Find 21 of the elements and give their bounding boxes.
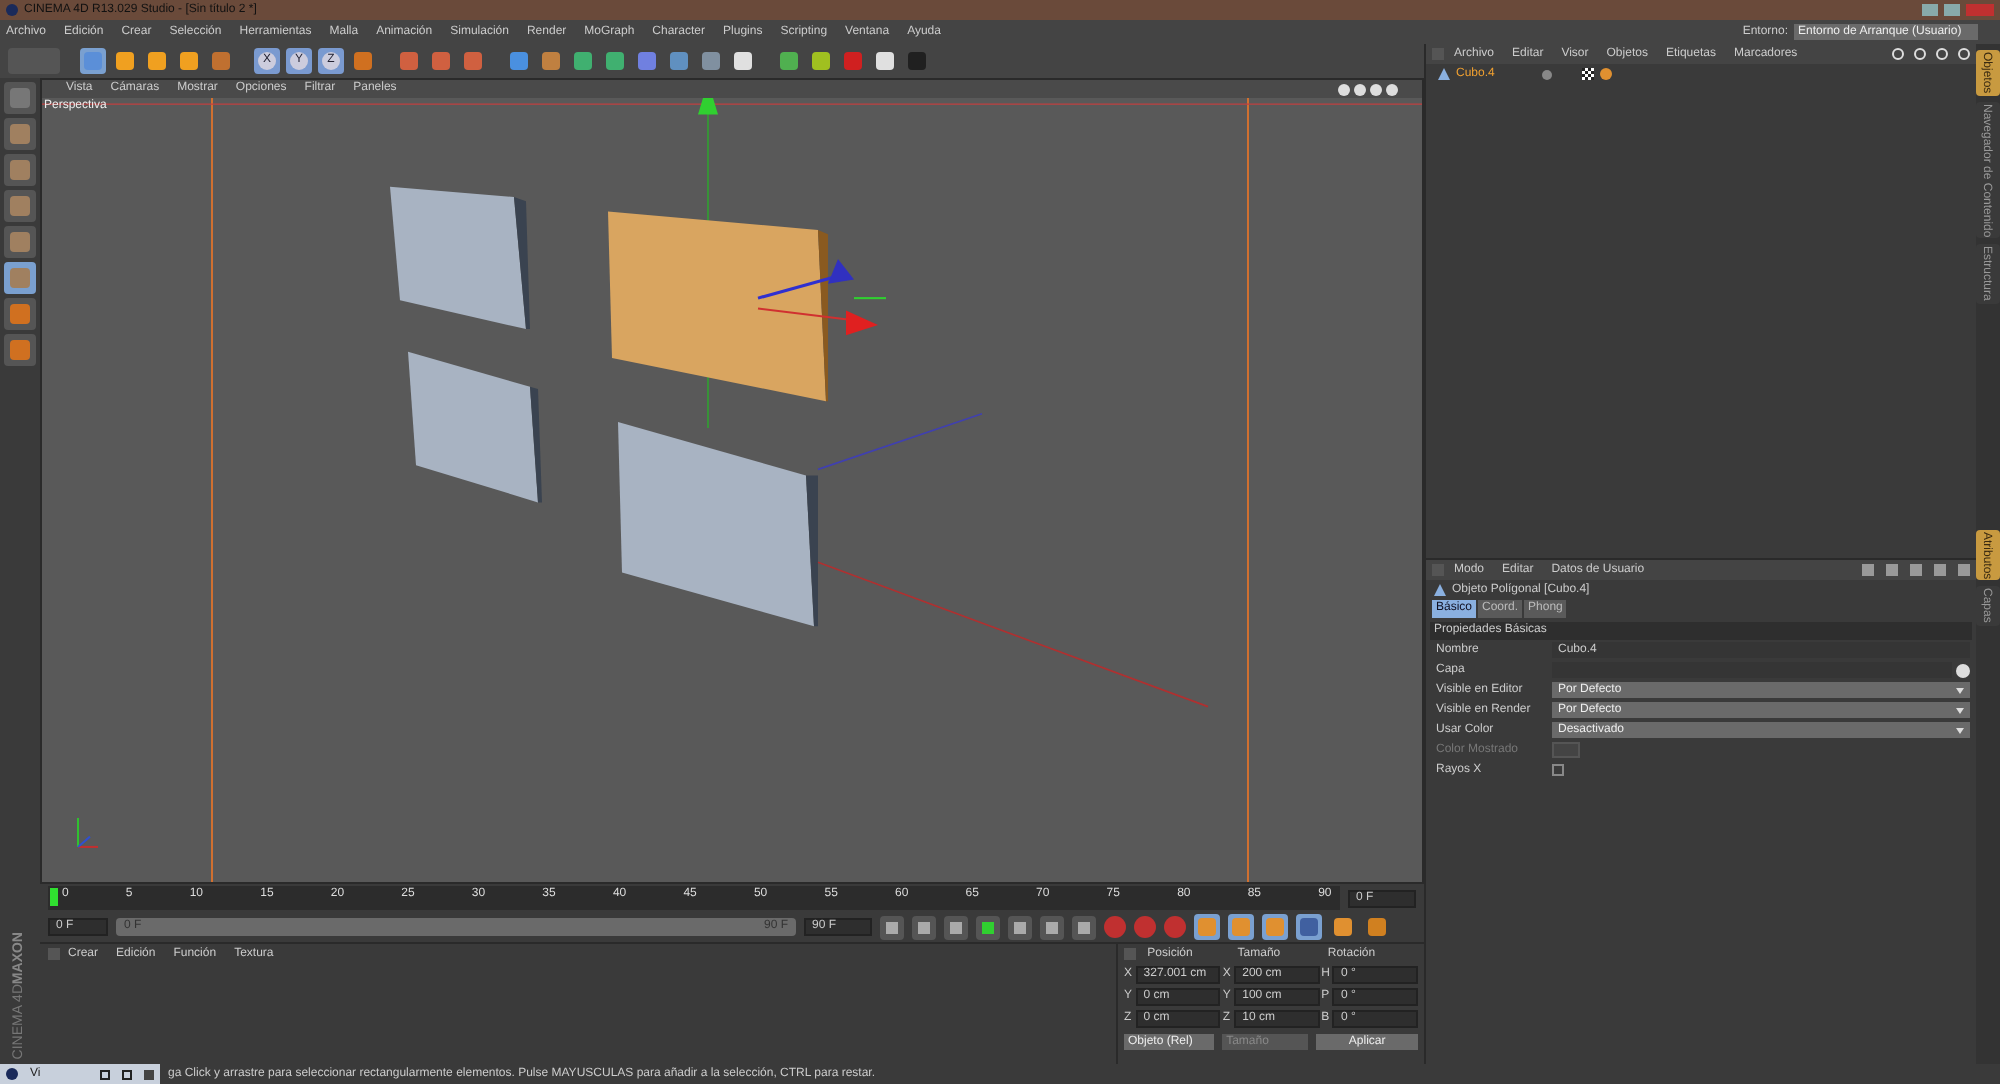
polygon-object-icon <box>1438 68 1450 80</box>
app-icon <box>6 4 18 16</box>
caret-icon <box>1956 687 1964 693</box>
panel-object <box>390 186 530 330</box>
edit-tag-icon[interactable] <box>1600 68 1612 80</box>
app-icon <box>6 1068 18 1080</box>
world-axis-icon <box>77 818 98 848</box>
panel-grip-icon[interactable] <box>1124 948 1136 960</box>
visibility-dots-icon[interactable] <box>1542 69 1552 79</box>
caret-icon <box>1956 707 1964 713</box>
caret-icon <box>1956 727 1964 733</box>
panel-grip-icon[interactable] <box>48 948 60 960</box>
move-gizmo[interactable] <box>757 258 886 336</box>
checkbox[interactable] <box>1552 764 1564 776</box>
selected-panel-object[interactable] <box>608 211 828 402</box>
y-axis-arrow-icon[interactable] <box>698 98 718 115</box>
checker-tag-icon[interactable] <box>1582 68 1594 80</box>
maximize-icon[interactable] <box>122 1069 132 1079</box>
restore-icon[interactable] <box>100 1069 110 1079</box>
close-icon[interactable] <box>144 1069 154 1079</box>
link-picker-icon[interactable] <box>1956 663 1970 677</box>
